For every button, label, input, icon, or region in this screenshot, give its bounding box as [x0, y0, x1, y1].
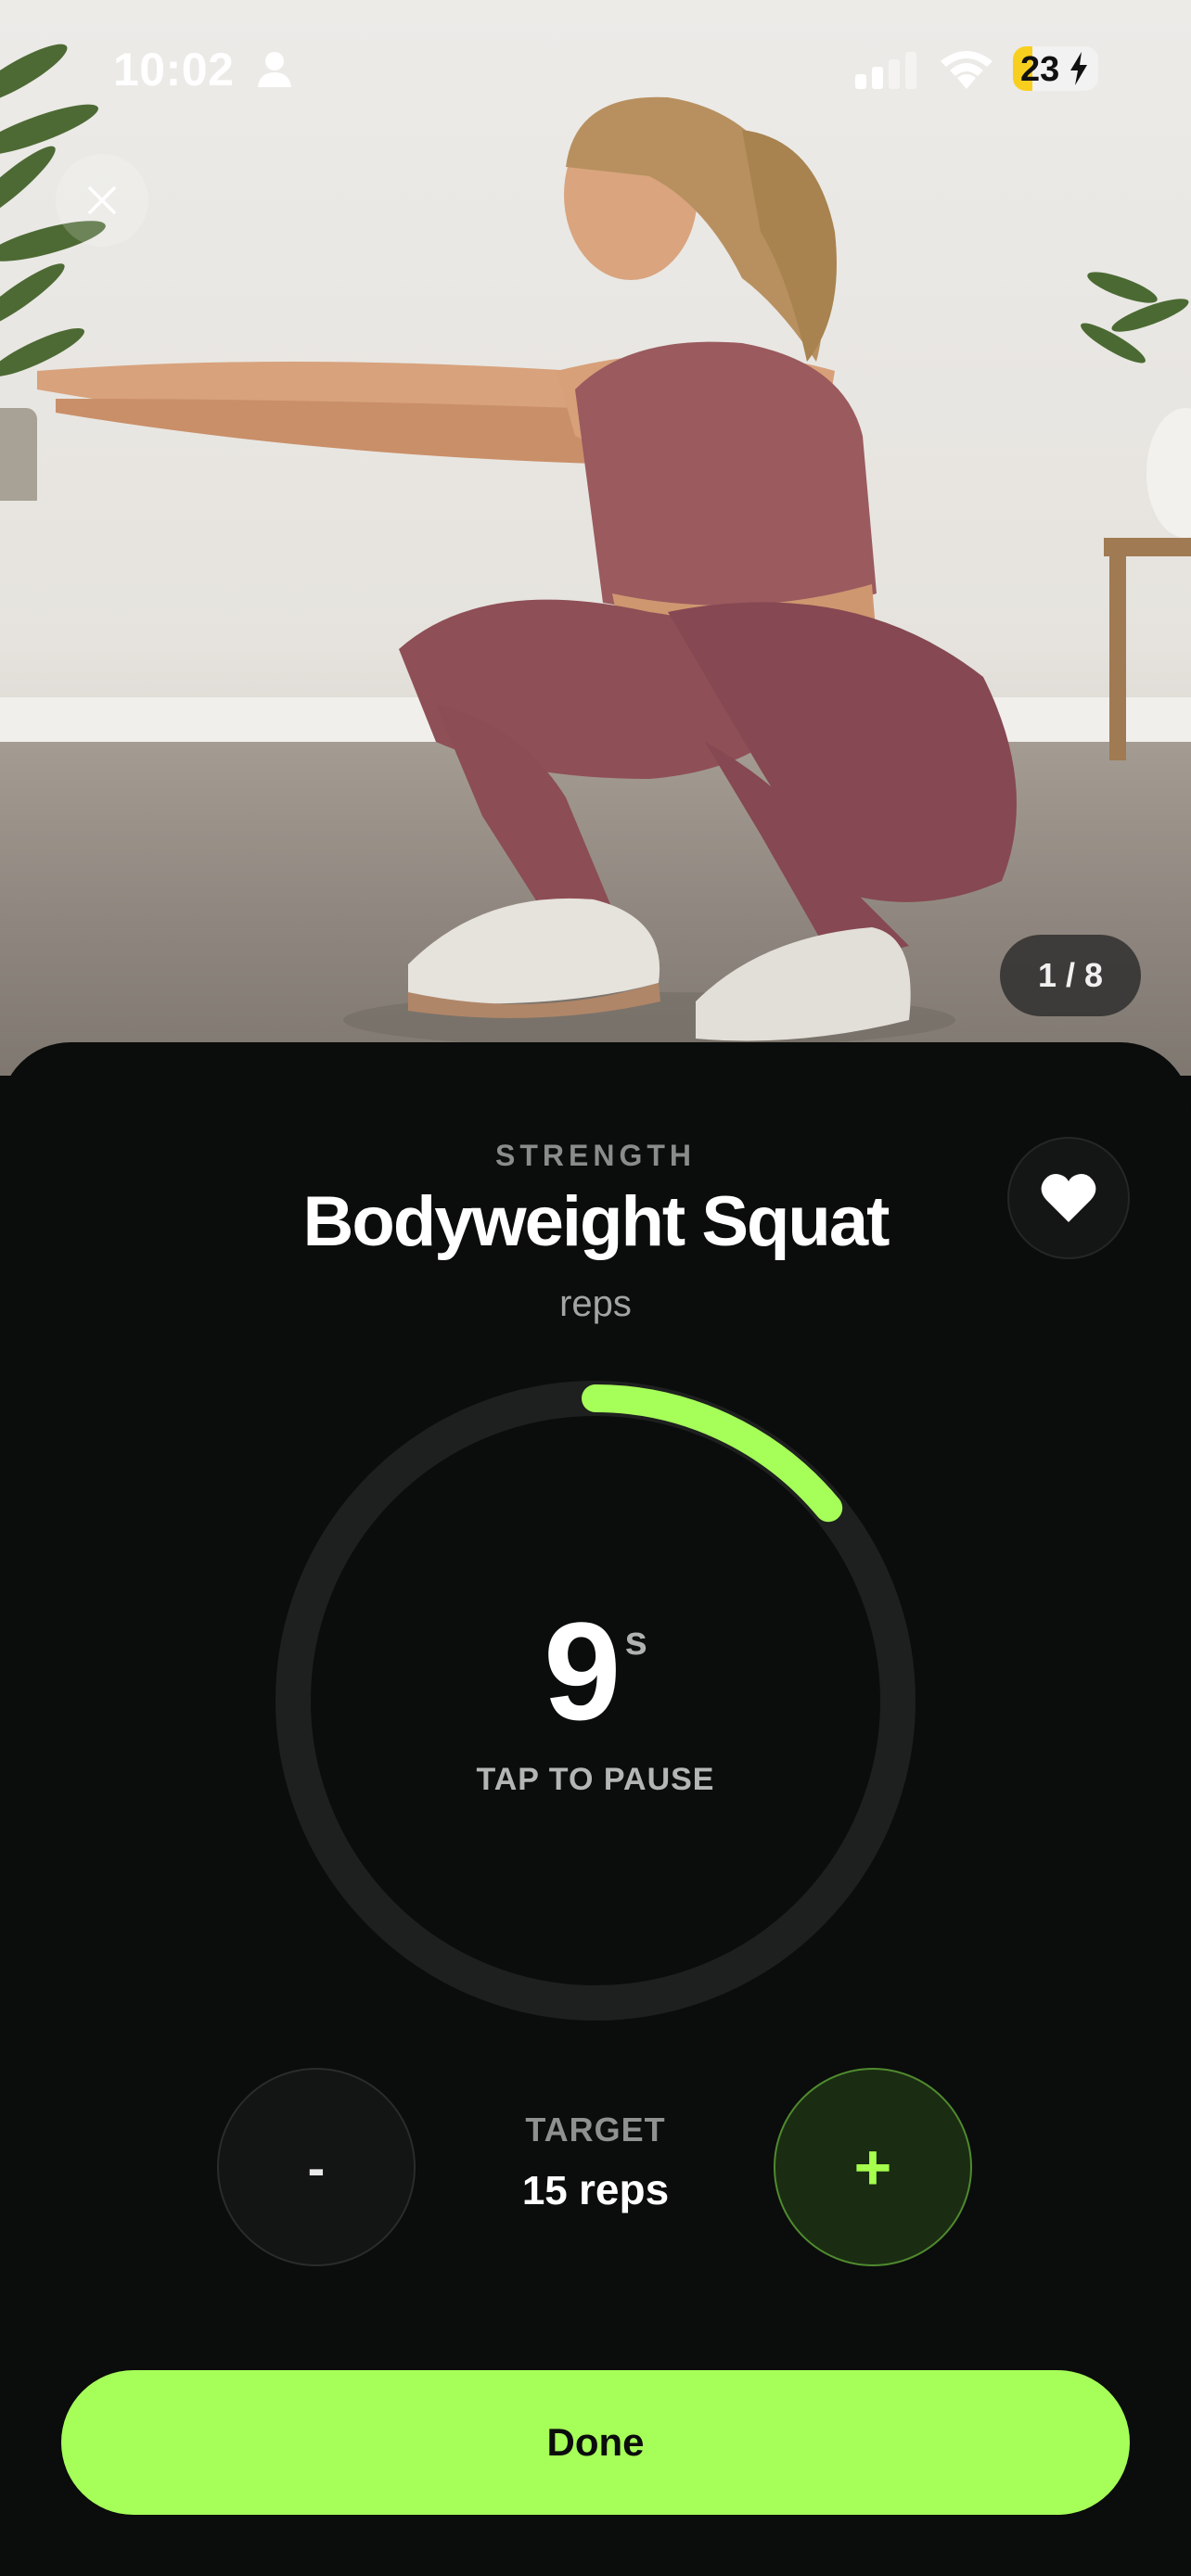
person-icon — [258, 52, 291, 87]
increase-target-button[interactable]: + — [774, 2068, 972, 2266]
done-button[interactable]: Done — [61, 2370, 1130, 2515]
status-time: 10:02 — [113, 44, 235, 96]
woman-squat-figure — [37, 96, 1017, 1048]
exercise-sheet: STRENGTH Bodyweight Squat reps 9s TAP TO… — [0, 1042, 1191, 2576]
exercise-hero-image — [0, 0, 1191, 1076]
timer-value-group: 9s — [273, 1591, 918, 1752]
decrease-target-button[interactable]: - — [217, 2068, 416, 2266]
close-button[interactable] — [56, 154, 148, 247]
target-unit: reps — [579, 2165, 670, 2213]
favorite-button[interactable] — [1007, 1137, 1130, 1259]
heart-icon — [1041, 1174, 1096, 1222]
exercise-mode: reps — [559, 1283, 632, 1324]
charging-bolt-icon — [1070, 52, 1087, 85]
battery-level: 23 — [1020, 50, 1060, 89]
target-label: TARGET — [525, 2111, 666, 2149]
cellular-signal-icon — [855, 52, 916, 89]
timer-ring[interactable]: 9s TAP TO PAUSE — [273, 1378, 918, 2023]
battery-charging-icon: 23 — [1013, 46, 1098, 91]
exercise-category: STRENGTH — [495, 1139, 696, 1172]
target-value: 15 — [521, 2168, 568, 2213]
timer-value: 9 — [544, 1593, 621, 1749]
target-value-group: 15 reps — [408, 2164, 783, 2214]
status-bar: 10:02 23 — [0, 0, 1191, 139]
close-icon — [88, 186, 116, 214]
wifi-icon — [941, 51, 992, 89]
exercise-counter-badge: 1 / 8 — [1000, 935, 1141, 1016]
timer-unit: s — [624, 1618, 647, 1664]
timer-hint: TAP TO PAUSE — [476, 1762, 715, 1797]
